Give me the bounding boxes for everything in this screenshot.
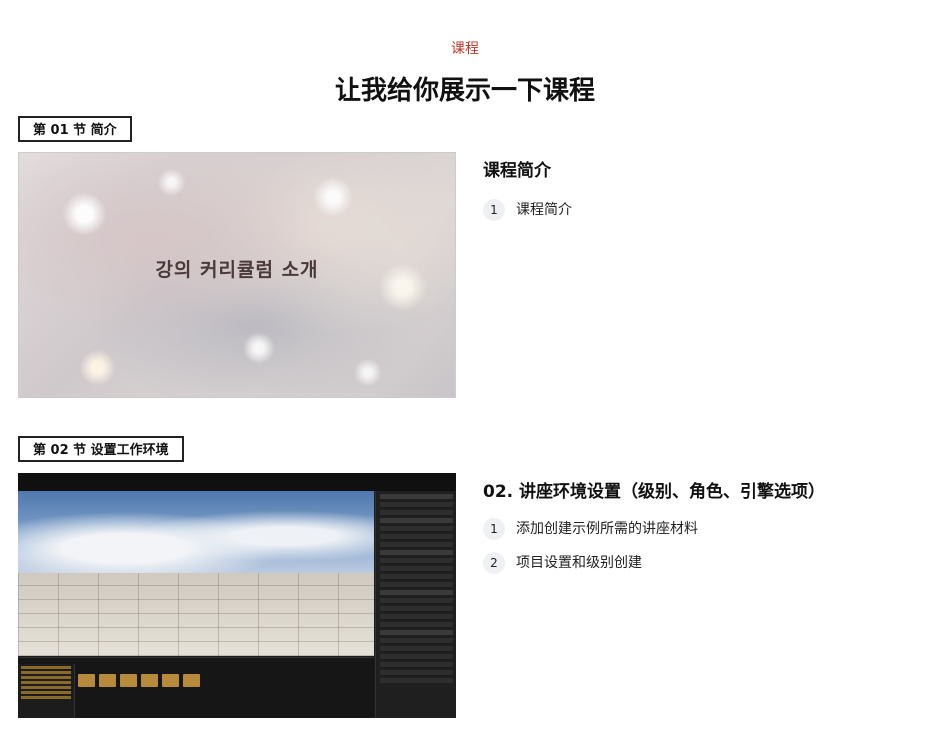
content-folders xyxy=(78,672,204,691)
folder-icon xyxy=(99,674,116,687)
lesson-item[interactable]: 2 项目设置和级别创建 xyxy=(483,552,642,574)
folder-icon xyxy=(78,674,95,687)
viewport-sky xyxy=(18,491,374,573)
section-tag-02: 第 02 节 设置工作环境 xyxy=(18,436,184,462)
item-number-badge: 1 xyxy=(483,518,505,540)
folder-icon xyxy=(141,674,158,687)
folder-icon xyxy=(120,674,137,687)
folder-icon xyxy=(183,674,200,687)
item-label: 添加创建示例所需的讲座材料 xyxy=(516,521,698,537)
thumbnail-caption: 강의 커리큘럼 소개 xyxy=(155,259,319,281)
editor-toolbar xyxy=(18,473,456,492)
item-label: 项目设置和级别创建 xyxy=(516,555,642,571)
lesson-title-01: 课程简介 xyxy=(483,161,551,181)
lesson-thumbnail-01[interactable]: 강의 커리큘럼 소개 xyxy=(18,152,456,398)
content-folder-tree xyxy=(18,664,75,718)
item-number-badge: 2 xyxy=(483,552,505,574)
folder-icon xyxy=(162,674,179,687)
editor-content-browser xyxy=(18,657,374,718)
lesson-item[interactable]: 1 课程简介 xyxy=(483,199,572,221)
item-label: 课程简介 xyxy=(516,202,572,218)
section-eyebrow: 课程 xyxy=(451,41,479,57)
lesson-title-02: 02. 讲座环境设置（级别、角色、引擎选项） xyxy=(483,482,826,502)
lesson-item[interactable]: 1 添加创建示例所需的讲座材料 xyxy=(483,518,698,540)
editor-details-panel xyxy=(375,491,456,718)
item-number-badge: 1 xyxy=(483,199,505,221)
lesson-thumbnail-02[interactable] xyxy=(18,473,456,718)
section-tag-01: 第 01 节 简介 xyxy=(18,116,132,142)
page-title: 让我给你展示一下课程 xyxy=(334,76,595,106)
viewport-floor xyxy=(18,573,374,656)
editor-viewport xyxy=(18,491,374,656)
